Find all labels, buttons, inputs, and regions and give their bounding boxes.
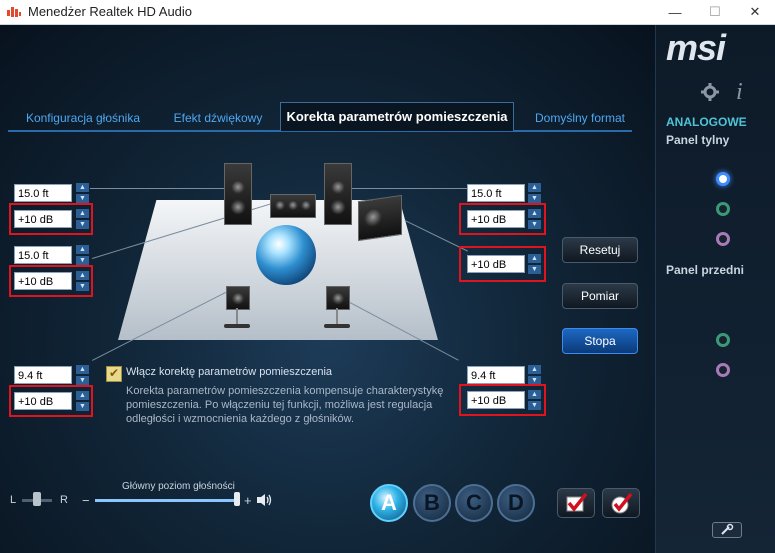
rear-right-gain-spinner[interactable]: ▲ ▼ [528,390,541,410]
connector-line [350,188,468,189]
front-right-speaker[interactable] [324,163,352,225]
rear-right-gain-field[interactable]: +10 dB [467,391,525,409]
subwoofer-speaker[interactable] [358,194,402,242]
speaker-app-icon [7,7,21,17]
balance-left-label: L [10,494,17,506]
preset-d-button[interactable]: D [497,484,535,522]
tab-speaker-config[interactable]: Konfiguracja głośnika [14,106,152,130]
front-left-speaker[interactable] [224,163,252,225]
front-left-distance-field[interactable]: 15.0 ft [14,184,72,202]
front-panel-label: Panel przedni [666,263,745,277]
stop-button[interactable]: Stopa [562,328,638,354]
speaker-volume-icon[interactable] [256,493,274,507]
rear-right-distance-spinner[interactable]: ▲ ▼ [528,365,541,385]
front-pink-jack[interactable] [716,363,730,377]
preset-a-button[interactable]: A [370,484,408,522]
front-left-gain-field[interactable]: +10 dB [14,210,72,228]
rear-left-gain-spinner[interactable]: ▲ ▼ [76,391,89,411]
rear-panel-label: Panel tylny [666,133,730,147]
listener-sphere [256,225,316,285]
room-correction-checkbox[interactable]: ✔ [106,366,122,382]
msi-logo: msi [666,27,726,68]
analog-section-title: ANALOGOWE [666,115,747,129]
rear-blue-jack[interactable] [716,172,730,186]
subwoofer-gain-field[interactable]: +10 dB [467,255,525,273]
gear-icon[interactable] [701,83,719,101]
rear-left-gain-field[interactable]: +10 dB [14,392,72,410]
volume-minus-icon: − [82,493,90,508]
rear-pink-jack[interactable] [716,232,730,246]
rear-left-speaker[interactable] [226,286,250,310]
tab-sound-effect[interactable]: Efekt dźwiękowy [164,106,272,130]
side-panel: msi i ANALOGOWE Panel tylny Panel przedn… [655,25,775,553]
front-right-distance-spinner[interactable]: ▲ ▼ [528,183,541,203]
tab-room-correction[interactable]: Korekta parametrów pomieszczenia [280,102,514,131]
rear-left-distance-field[interactable]: 9.4 ft [14,366,72,384]
front-green-jack[interactable] [716,333,730,347]
info-icon[interactable]: i [736,79,743,106]
room-correction-label: Włącz korektę parametrów pomieszczenia [126,366,333,378]
front-left-gain-spinner[interactable]: ▲ ▼ [76,209,89,229]
center-distance-field[interactable]: 15.0 ft [14,246,72,264]
title-bar: Menedżer Realtek HD Audio — ☐ ✕ [0,0,775,25]
confirm-check-icon[interactable] [557,488,595,518]
front-right-gain-field[interactable]: +10 dB [467,210,525,228]
connector-line [90,188,225,189]
close-button[interactable]: ✕ [735,0,775,24]
room-correction-description: Korekta parametrów pomieszczenia kompens… [126,385,444,425]
maximize-button[interactable]: ☐ [695,0,735,24]
apply-check-icon[interactable] [602,488,640,518]
rear-right-speaker[interactable] [326,286,350,310]
rear-right-distance-field[interactable]: 9.4 ft [467,366,525,384]
center-gain-spinner[interactable]: ▲ ▼ [76,271,89,291]
rear-green-jack[interactable] [716,202,730,216]
tab-default-format[interactable]: Domyślny format [528,106,632,130]
center-distance-spinner[interactable]: ▲ ▼ [76,245,89,265]
master-volume-label: Główny poziom głośności [122,481,235,492]
reset-button[interactable]: Resetuj [562,237,638,263]
balance-right-label: R [60,494,68,506]
measure-button[interactable]: Pomiar [562,283,638,309]
tab-bar: Konfiguracja głośnika Efekt dźwiękowy Ko… [8,102,632,132]
rear-left-distance-spinner[interactable]: ▲ ▼ [76,365,89,385]
front-right-gain-spinner[interactable]: ▲ ▼ [528,209,541,229]
balance-slider-thumb[interactable] [33,492,41,506]
wrench-icon[interactable] [712,522,742,538]
subwoofer-gain-spinner[interactable]: ▲ ▼ [528,254,541,274]
volume-plus-icon: + [244,493,252,508]
center-speaker[interactable] [270,194,316,218]
preset-c-button[interactable]: C [455,484,493,522]
center-gain-field[interactable]: +10 dB [14,272,72,290]
minimize-button[interactable]: — [655,0,695,24]
preset-b-button[interactable]: B [413,484,451,522]
window-title: Menedżer Realtek HD Audio [28,4,193,19]
volume-slider-thumb[interactable] [234,492,240,506]
front-right-distance-field[interactable]: 15.0 ft [467,184,525,202]
volume-fill [95,499,240,502]
front-left-distance-spinner[interactable]: ▲ ▼ [76,183,89,203]
